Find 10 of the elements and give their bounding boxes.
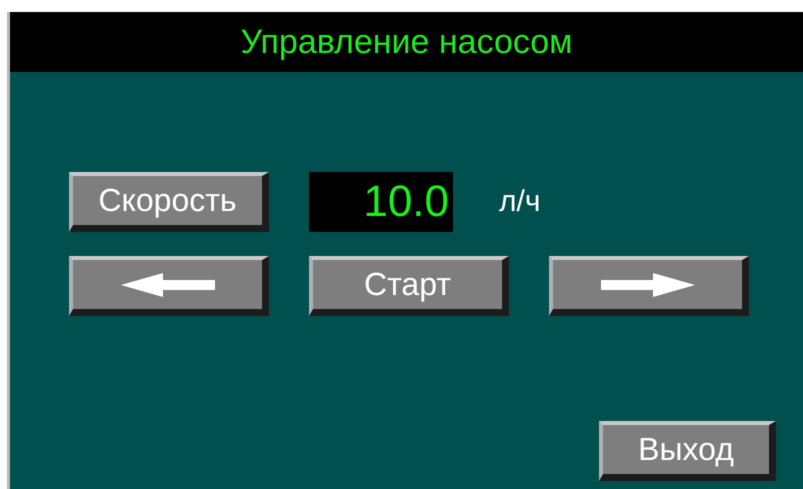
exit-button[interactable]: Выход	[599, 421, 776, 481]
speed-display: 10.0	[309, 172, 453, 232]
start-button[interactable]: Старт	[309, 256, 509, 316]
window-title: Управление насосом	[10, 12, 803, 72]
speed-button[interactable]: Скорость	[69, 172, 269, 232]
right-arrow-icon	[600, 272, 694, 296]
increase-button[interactable]	[549, 256, 749, 316]
left-arrow-icon	[120, 272, 214, 296]
unit-label: л/ч	[499, 185, 540, 219]
decrease-button[interactable]	[69, 256, 269, 316]
